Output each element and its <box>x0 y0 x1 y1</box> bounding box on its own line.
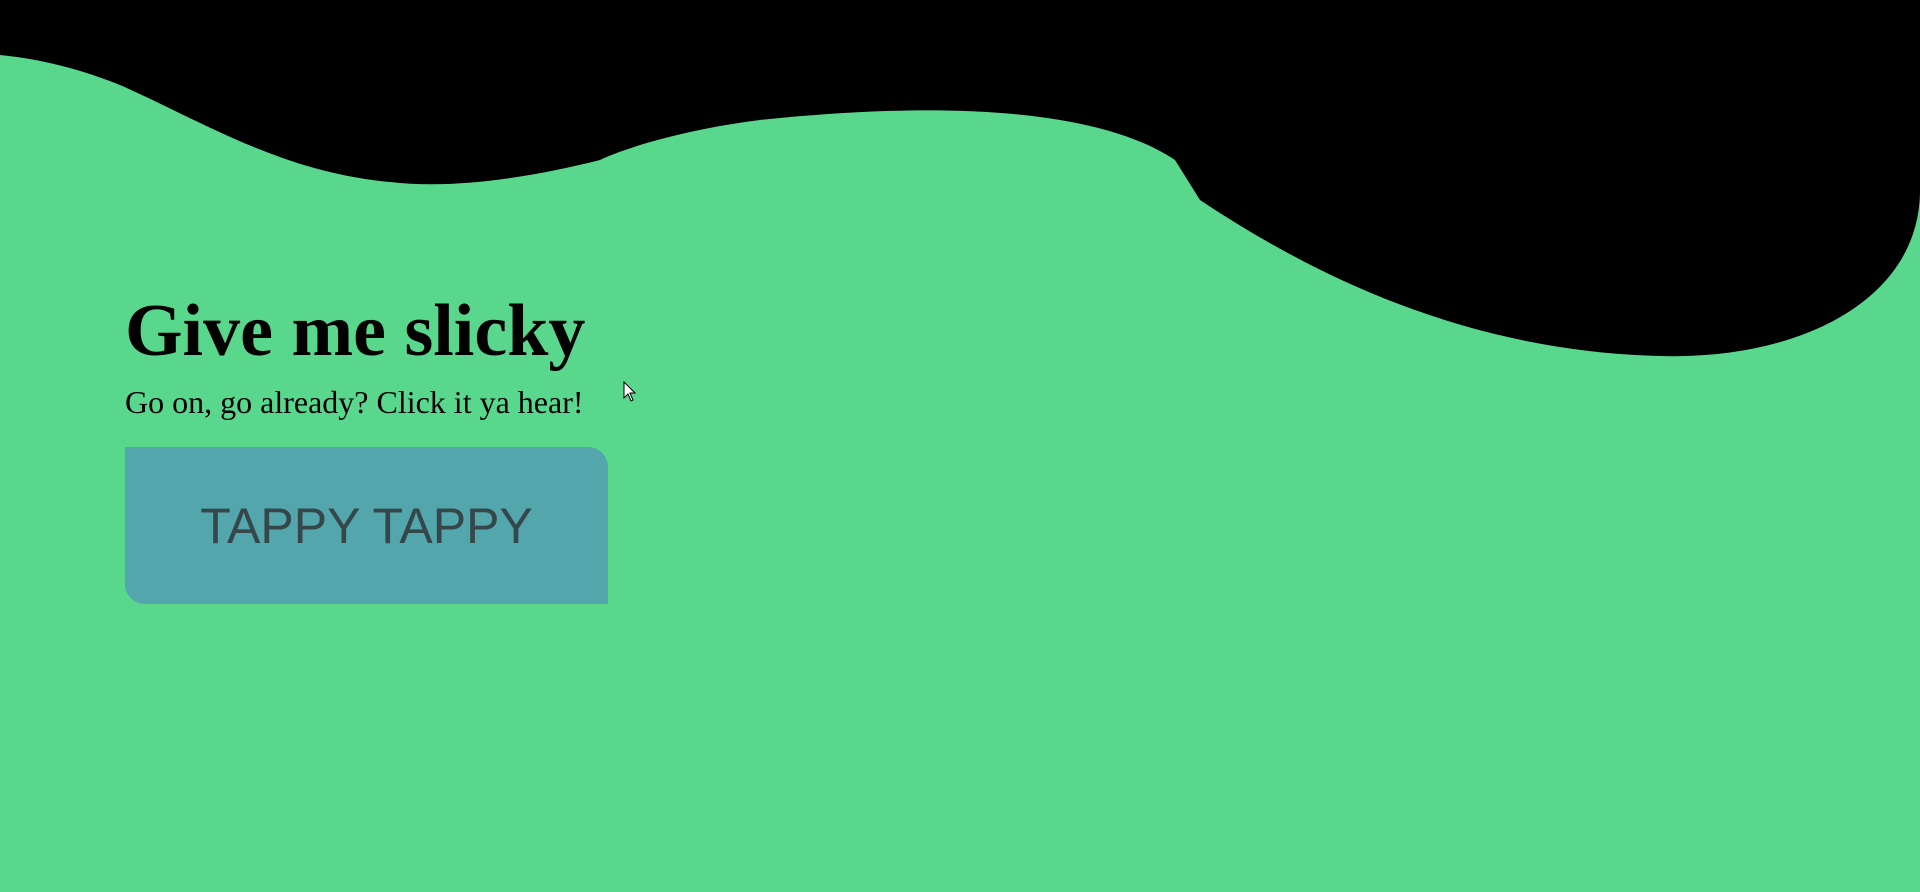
mouse-pointer-icon <box>623 381 637 402</box>
tappy-tappy-button[interactable]: TAPPY TAPPY <box>125 447 608 604</box>
header-wave-shape <box>0 0 1920 357</box>
hero-title: Give me slicky <box>125 290 586 372</box>
hero-section: Give me slicky Go on, go already? Click … <box>125 288 585 422</box>
tappy-tappy-button-label: TAPPY TAPPY <box>200 497 533 554</box>
hero-subtitle: Go on, go already? Click it ya hear! <box>125 384 584 420</box>
